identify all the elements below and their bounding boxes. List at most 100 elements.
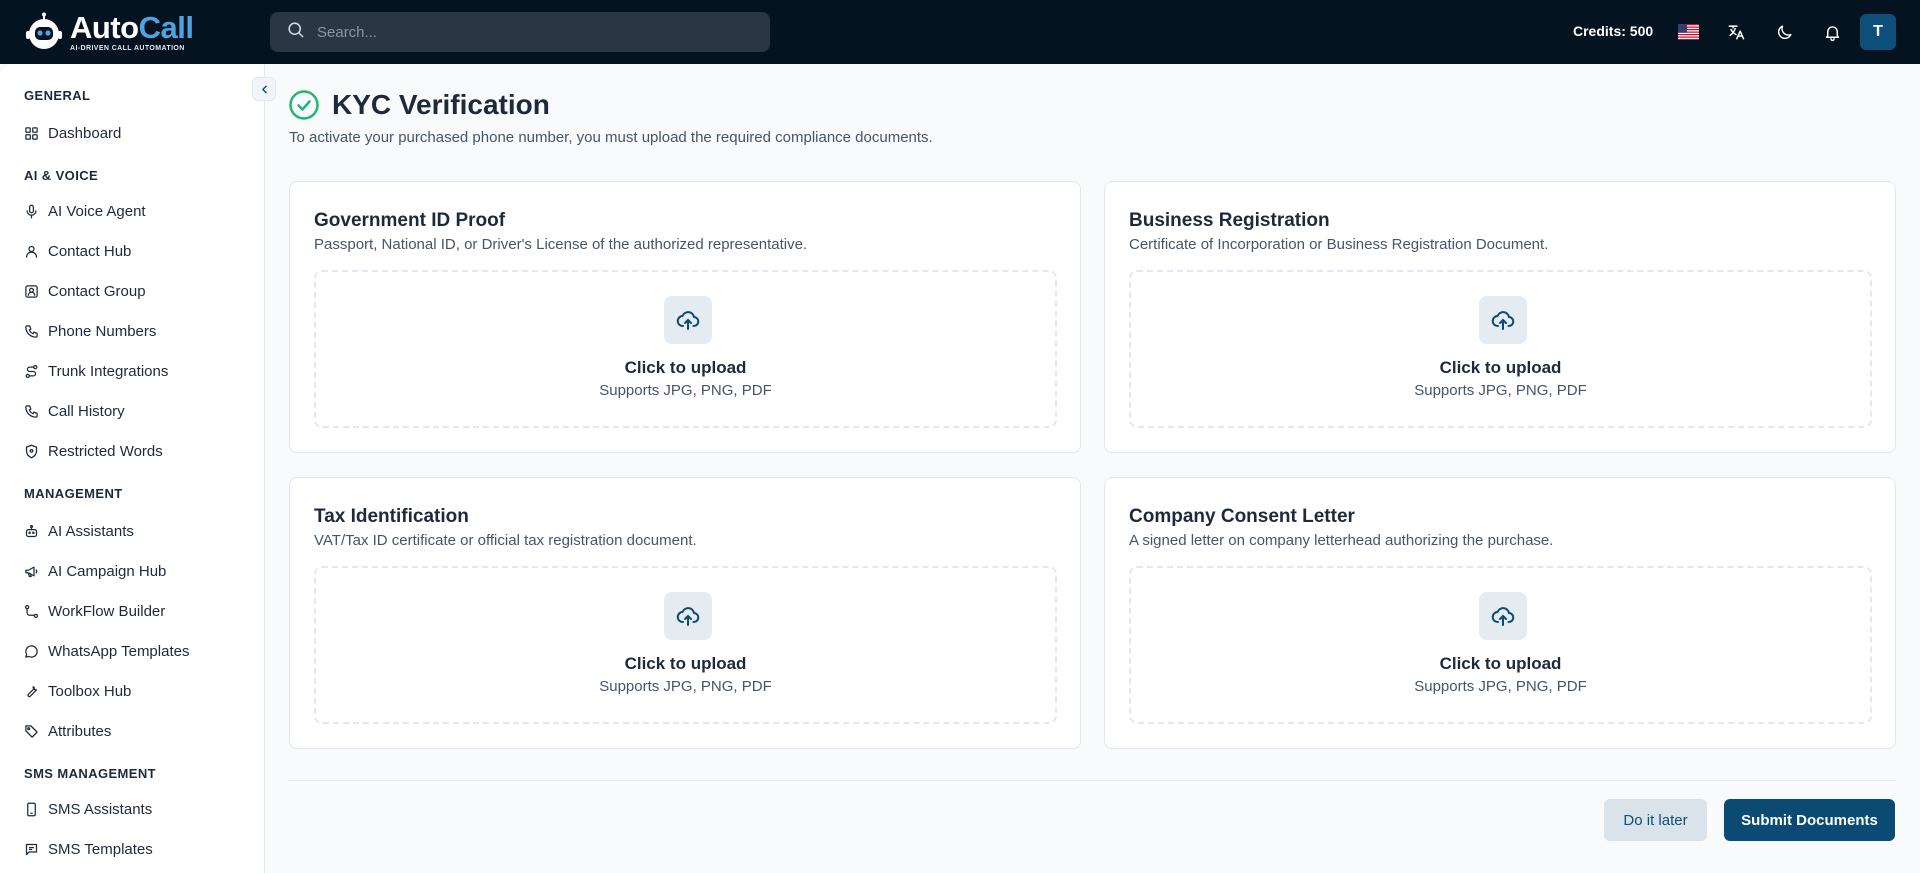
route-icon (25, 364, 38, 378)
sidebar-item-label: WhatsApp Templates (48, 642, 190, 660)
upload-dropzone[interactable]: Click to upload Supports JPG, PNG, PDF (1129, 566, 1872, 724)
phone-icon (25, 324, 38, 338)
sidebar-item-label: Contact Group (48, 282, 146, 300)
page-subtitle: To activate your purchased phone number,… (289, 129, 933, 146)
sidebar-item-ai-assistants[interactable]: AI Assistants (24, 519, 134, 543)
sidebar-item-restricted-words[interactable]: Restricted Words (24, 439, 163, 463)
footer-divider (288, 780, 1896, 781)
notification-bell-icon[interactable] (1820, 20, 1844, 44)
document-card-tax-identification: Tax Identification VAT/Tax ID certificat… (289, 477, 1081, 749)
card-title: Company Consent Letter (1129, 506, 1355, 527)
search-icon (286, 20, 305, 44)
card-description: A signed letter on company letterhead au… (1129, 532, 1554, 549)
sidebar-item-contact-hub[interactable]: Contact Hub (24, 239, 131, 263)
sidebar-collapse-button[interactable] (252, 77, 276, 101)
upload-label: Click to upload (1439, 654, 1562, 673)
sidebar-item-toolbox-hub[interactable]: Toolbox Hub (24, 679, 131, 703)
microphone-icon (26, 204, 37, 218)
sidebar-item-workflow-builder[interactable]: WorkFlow Builder (24, 599, 165, 623)
sidebar-section-general: GENERAL (24, 88, 91, 103)
sidebar-section-management: MANAGEMENT (24, 486, 123, 501)
user-avatar[interactable]: T (1860, 14, 1896, 50)
message-square-icon (25, 843, 38, 855)
upload-dropzone[interactable]: Click to upload Supports JPG, PNG, PDF (1129, 270, 1872, 428)
sidebar-item-label: AI Assistants (48, 522, 134, 540)
card-title: Business Registration (1129, 210, 1330, 231)
sidebar-item-sms-templates[interactable]: SMS Templates (24, 837, 153, 861)
upload-hint: Supports JPG, PNG, PDF (1414, 678, 1587, 695)
sidebar-item-label: Toolbox Hub (48, 682, 132, 700)
language-translate-icon[interactable] (1724, 20, 1748, 44)
logo-tagline: AI-DRIVEN CALL AUTOMATION (70, 45, 185, 52)
bot-icon (25, 524, 38, 537)
sidebar-item-ai-voice-agent[interactable]: AI Voice Agent (24, 199, 146, 223)
sidebar-section-ai-voice: AI & VOICE (24, 168, 99, 183)
sidebar-item-label: Dashboard (48, 124, 122, 142)
grid-icon (25, 126, 38, 140)
us-flag-icon[interactable] (1678, 24, 1699, 40)
do-it-later-button[interactable]: Do it later (1604, 799, 1707, 841)
sidebar-item-sms-assistants[interactable]: SMS Assistants (24, 797, 152, 821)
page-title: KYC Verification (332, 89, 550, 120)
robot-logo-icon (24, 12, 64, 52)
phone-icon (25, 404, 38, 418)
dark-mode-moon-icon[interactable] (1772, 20, 1796, 44)
logo-word-call: Call (138, 10, 194, 45)
sidebar-item-label: SMS Assistants (48, 800, 153, 818)
check-circle-icon (289, 90, 319, 120)
cloud-upload-icon (1479, 296, 1527, 344)
sidebar-item-attributes[interactable]: Attributes (24, 719, 111, 743)
sidebar-item-trunk-integrations[interactable]: Trunk Integrations (24, 359, 168, 383)
shield-icon (25, 444, 38, 458)
credits-balance: Credits: 500 (1573, 23, 1654, 39)
search-bar[interactable] (270, 12, 770, 52)
top-bar: AutoCall AI-DRIVEN CALL AUTOMATION Credi… (0, 0, 1920, 64)
search-input[interactable] (317, 23, 737, 41)
submit-documents-button[interactable]: Submit Documents (1724, 799, 1895, 841)
cloud-upload-icon (1479, 592, 1527, 640)
logo-word-auto: Auto (70, 10, 139, 45)
sidebar-item-phone-numbers[interactable]: Phone Numbers (24, 319, 156, 343)
document-card-government-id: Government ID Proof Passport, National I… (289, 181, 1081, 453)
page-header: KYC Verification (288, 88, 550, 122)
sidebar-item-label: AI Campaign Hub (48, 562, 167, 580)
sidebar-section-sms-management: SMS MANAGEMENT (24, 766, 156, 781)
cloud-upload-icon (664, 592, 712, 640)
upload-dropzone[interactable]: Click to upload Supports JPG, PNG, PDF (314, 566, 1057, 724)
sidebar: GENERAL Dashboard AI & VOICE AI Voice Ag… (0, 64, 265, 873)
wrench-icon (27, 685, 38, 697)
upload-label: Click to upload (1439, 358, 1562, 377)
upload-label: Click to upload (624, 358, 747, 377)
card-description: Certificate of Incorporation or Business… (1129, 236, 1549, 253)
upload-hint: Supports JPG, PNG, PDF (599, 678, 772, 695)
sidebar-item-ai-campaign-hub[interactable]: AI Campaign Hub (24, 559, 166, 583)
workflow-icon (24, 604, 39, 618)
sidebar-item-label: Phone Numbers (48, 322, 157, 340)
sidebar-item-call-history[interactable]: Call History (24, 399, 125, 423)
sidebar-item-whatsapp-templates[interactable]: WhatsApp Templates (24, 639, 189, 663)
sidebar-item-label: Contact Hub (48, 242, 132, 260)
card-description: VAT/Tax ID certificate or official tax r… (314, 532, 697, 549)
sidebar-item-dashboard[interactable]: Dashboard (24, 121, 121, 145)
card-title: Government ID Proof (314, 210, 506, 231)
upload-hint: Supports JPG, PNG, PDF (1414, 382, 1587, 399)
sidebar-item-label: AI Voice Agent (48, 202, 146, 220)
upload-hint: Supports JPG, PNG, PDF (599, 382, 772, 399)
document-card-business-registration: Business Registration Certificate of Inc… (1104, 181, 1896, 453)
contact-card-icon (25, 284, 38, 298)
megaphone-icon (25, 566, 38, 577)
upload-dropzone[interactable]: Click to upload Supports JPG, PNG, PDF (314, 270, 1057, 428)
sidebar-item-label: Call History (48, 402, 125, 420)
sidebar-item-label: Attributes (48, 722, 112, 740)
sidebar-item-label: Restricted Words (48, 442, 163, 460)
sidebar-item-contact-group[interactable]: Contact Group (24, 279, 146, 303)
chevron-left-icon (261, 85, 267, 93)
sidebar-item-label: SMS Templates (48, 840, 153, 858)
autocall-logo[interactable]: AutoCall AI-DRIVEN CALL AUTOMATION (24, 10, 200, 54)
sidebar-item-label: Trunk Integrations (48, 362, 169, 380)
document-card-company-consent-letter: Company Consent Letter A signed letter o… (1104, 477, 1896, 749)
user-icon (25, 245, 38, 258)
sidebar-item-label: WorkFlow Builder (48, 602, 166, 620)
cloud-upload-icon (664, 296, 712, 344)
card-title: Tax Identification (314, 506, 469, 527)
